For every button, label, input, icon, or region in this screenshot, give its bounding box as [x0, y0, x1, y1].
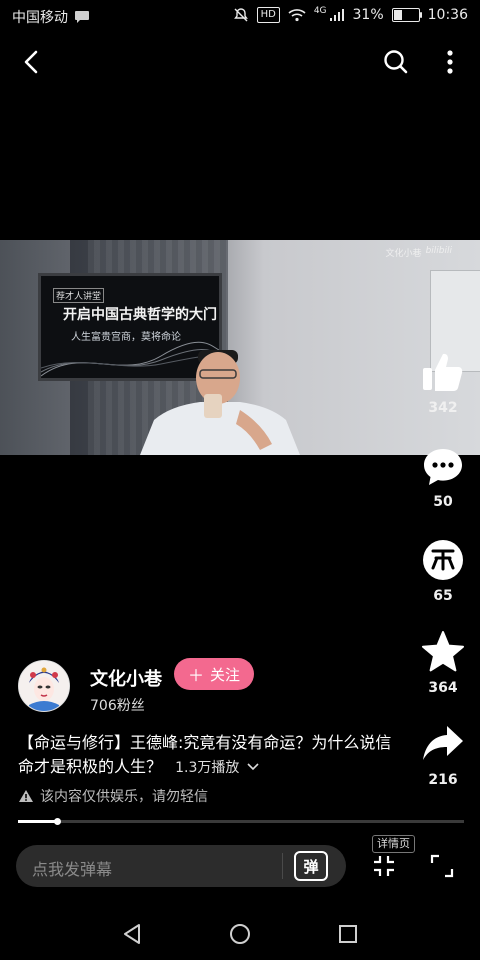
danmaku-toggle-button[interactable]: 弹	[294, 851, 328, 881]
top-bar	[0, 38, 480, 86]
more-vertical-icon	[447, 50, 453, 74]
comment-count: 50	[433, 494, 453, 510]
signal-icon	[329, 9, 344, 21]
avatar[interactable]	[18, 660, 70, 712]
like-button[interactable]: 342	[418, 350, 468, 416]
share-button[interactable]: 216	[418, 722, 468, 788]
video-title-block[interactable]: 【命运与修行】王德峰:究竟有没有命运？为什么说信命才是积极的人生？ 1.3万播放	[18, 731, 398, 780]
star-icon	[422, 631, 464, 672]
wifi-icon	[288, 9, 306, 22]
back-button[interactable]	[14, 44, 50, 80]
exit-fullscreen-icon	[374, 856, 394, 876]
system-navigation-bar	[0, 908, 480, 960]
speaker-figure	[140, 350, 300, 455]
message-bubble-icon	[75, 11, 89, 23]
playback-progress-bar[interactable]	[18, 818, 464, 825]
comment-button[interactable]: 50	[418, 446, 468, 510]
danmaku-placeholder: 点我发弹幕	[32, 860, 113, 879]
share-arrow-icon	[423, 726, 463, 760]
battery-icon	[391, 8, 422, 22]
thumbs-up-icon	[423, 353, 463, 391]
nav-home-button[interactable]	[224, 918, 256, 950]
coin-button[interactable]: 65	[418, 538, 468, 604]
coin-count: 65	[433, 588, 453, 604]
nav-recents-button[interactable]	[332, 918, 364, 950]
favorite-button[interactable]: 364	[418, 630, 468, 696]
detail-page-button[interactable]	[370, 852, 398, 880]
nav-back-button[interactable]	[116, 918, 148, 950]
square-recents-icon	[339, 925, 357, 943]
follow-button[interactable]: ＋ 关注	[174, 658, 254, 690]
warning-icon	[19, 790, 33, 802]
danmaku-input[interactable]: 点我发弹幕 弹	[16, 845, 346, 887]
like-count: 342	[428, 400, 458, 416]
video-watermark: 文化小巷 bilibili	[386, 246, 452, 259]
clock: 10:36	[427, 7, 468, 23]
slide-title: 开启中国古典哲学的大门	[63, 307, 217, 323]
chevron-down-icon[interactable]	[246, 762, 260, 772]
share-count: 216	[428, 772, 458, 788]
author-avatar-wrapper[interactable]	[18, 660, 70, 712]
mute-icon	[233, 8, 248, 22]
fullscreen-icon	[430, 854, 454, 878]
search-button[interactable]	[378, 44, 414, 80]
play-count: 1.3万播放	[175, 760, 240, 776]
status-bar: 中国移动 HD 4G 31% 10:36	[0, 0, 480, 34]
triangle-back-icon	[124, 924, 140, 944]
status-right: HD 4G 31% 10:36	[233, 6, 468, 23]
disclaimer: 该内容仅供娱乐，请勿轻信	[18, 786, 208, 806]
divider	[282, 853, 283, 879]
fullscreen-button[interactable]	[428, 852, 456, 880]
author-name[interactable]: 文化小巷	[90, 665, 162, 691]
follow-label: 关注	[210, 665, 241, 684]
comment-bubble-icon	[424, 449, 462, 485]
disclaimer-text: 该内容仅供娱乐，请勿轻信	[40, 789, 208, 805]
battery-percent: 31%	[352, 7, 384, 23]
detail-page-label: 详情页	[372, 835, 415, 853]
more-menu-button[interactable]	[432, 44, 468, 80]
carrier-label: 中国移动	[12, 10, 68, 26]
hd-badge: HD	[256, 7, 280, 23]
favorite-count: 364	[428, 680, 458, 696]
status-left: 中国移动	[12, 7, 90, 27]
search-icon	[384, 50, 408, 74]
danmaku-toggle-label: 弹	[303, 857, 319, 876]
plus-icon: ＋	[187, 666, 204, 685]
circle-home-icon	[230, 924, 250, 944]
watermark-channel: 文化小巷	[385, 249, 422, 259]
network-type: 4G	[313, 6, 327, 16]
chevron-left-icon	[24, 50, 38, 74]
slide-badge: 荐才人讲堂	[53, 288, 105, 303]
watermark-brand: bilibili	[425, 246, 452, 256]
progress-handle[interactable]	[54, 818, 62, 825]
fan-count: 706粉丝	[90, 698, 145, 714]
progress-fill	[18, 820, 59, 823]
opera-mask-avatar-image	[19, 661, 69, 711]
coin-icon	[423, 540, 463, 580]
